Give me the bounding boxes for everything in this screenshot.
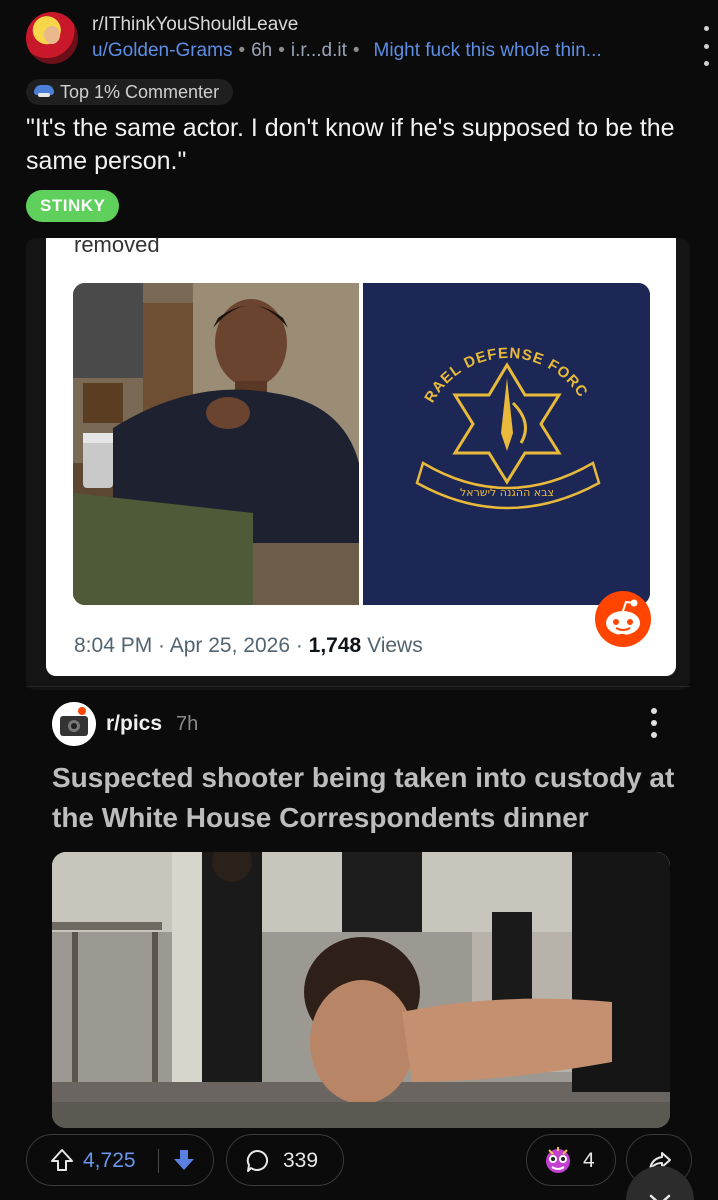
photo-custody [52, 852, 670, 1128]
removed-text: removed [74, 238, 160, 257]
username-link[interactable]: u/Golden-Grams [92, 40, 232, 61]
award-button[interactable]: 4 [526, 1134, 616, 1186]
upvote-count: 4,725 [83, 1149, 136, 1172]
user-flair: Might fuck this whole thin... [373, 40, 602, 61]
comment-age: 6h [251, 40, 273, 61]
shirt-text-bottom: צבא ההגנה לישראל [460, 486, 554, 499]
tweet-date: Apr 25, 2026 [169, 634, 290, 657]
medal-icon [34, 85, 54, 99]
separator-dot: • [278, 40, 285, 61]
comment-header: r/IThinkYouShouldLeave u/Golden-Grams • 6h… [0, 0, 718, 80]
divider [26, 686, 690, 687]
top-badge-label: Top 1% Commenter [60, 81, 220, 102]
post-flair[interactable]: STINKY [26, 190, 120, 222]
embedded-tweet[interactable]: removed ISRAEL DEFENSE F [46, 238, 676, 676]
more-options-icon[interactable] [704, 26, 710, 66]
tweet-time: 8:04 PM [74, 634, 153, 657]
comment-count: 339 [283, 1149, 319, 1172]
photo-idf-shirt: ISRAEL DEFENSE FORCES צבא ההגנה לישראל [363, 283, 650, 605]
award-icon [546, 1147, 570, 1173]
inner-subreddit-name[interactable]: r/pics [106, 712, 162, 736]
downvote-icon[interactable] [171, 1147, 197, 1173]
upvote-icon[interactable] [49, 1147, 75, 1173]
inner-post-title[interactable]: Suspected shooter being taken into custo… [52, 758, 682, 838]
user-avatar[interactable] [26, 12, 78, 64]
award-count: 4 [583, 1149, 595, 1172]
link-domain[interactable]: i.r...d.it [291, 40, 347, 61]
tweet-views-label: Views [367, 634, 423, 657]
comments-button[interactable]: 339 [226, 1134, 344, 1186]
pics-avatar-icon[interactable] [52, 702, 96, 746]
inner-post-age: 7h [176, 713, 199, 735]
tweet-views-count: 1,748 [308, 634, 362, 657]
vote-separator [158, 1149, 159, 1173]
comment-text: "It's the same actor. I don't know if he… [26, 114, 675, 175]
comment-icon [246, 1149, 269, 1172]
vote-pill: 4,725 [26, 1134, 214, 1186]
separator-dot: • [352, 40, 360, 61]
subreddit-name[interactable]: r/IThinkYouShouldLeave [92, 14, 298, 36]
kebab-icon[interactable] [650, 708, 658, 738]
separator-dot: • [238, 40, 246, 61]
comment-meta: u/Golden-Grams • 6h • i.r...d.it • Might fuck … [92, 40, 602, 62]
close-icon [649, 1194, 671, 1200]
reddit-snoo-icon [595, 591, 651, 647]
tweet-meta: 8:04 PM · Apr 25, 2026 · 1,748 Views [74, 634, 423, 657]
photo-man-seated [73, 283, 359, 605]
top-commenter-badge: Top 1% Commenter [26, 79, 234, 105]
